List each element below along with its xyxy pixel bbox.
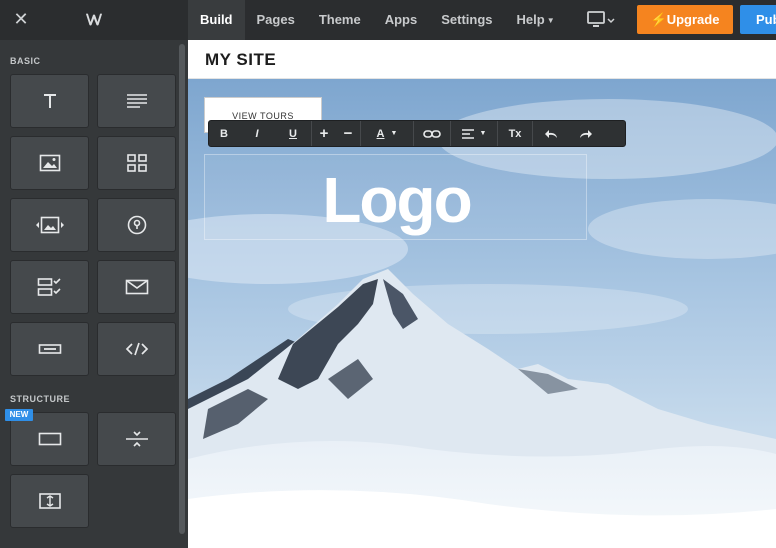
tile-embed-code[interactable]: [97, 322, 176, 376]
embed-code-icon: [125, 342, 148, 356]
link-button[interactable]: [414, 121, 450, 146]
bold-label: B: [220, 127, 228, 140]
nav-pages-label: Pages: [256, 12, 295, 27]
increase-size-label: +: [319, 125, 329, 142]
sidebar-scrollbar[interactable]: [179, 44, 185, 534]
nav-apps-label: Apps: [384, 12, 418, 27]
divider-icon: [125, 431, 148, 447]
tile-spacer[interactable]: [10, 474, 89, 528]
nav-help[interactable]: Help ▼: [505, 0, 567, 40]
top-bar: ✕ Build Pages Theme Apps Settings Help ▼ …: [0, 0, 776, 40]
nav-settings-label: Settings: [441, 12, 493, 27]
site-header: MY SITE: [188, 40, 776, 79]
tile-gallery[interactable]: [97, 136, 176, 190]
nav-theme[interactable]: Theme: [307, 0, 373, 40]
italic-label: I: [255, 127, 259, 140]
font-color-button[interactable]: A ▼: [361, 121, 413, 146]
underline-label: U: [289, 127, 297, 140]
lightning-bolt-icon: ⚡: [650, 12, 667, 27]
chevron-down-icon: ▼: [390, 130, 398, 137]
new-badge: NEW: [5, 409, 33, 421]
slideshow-icon: [35, 216, 64, 234]
font-color-label: A: [376, 127, 385, 140]
chevron-down-icon: ▼: [546, 16, 555, 25]
upgrade-label: Upgrade: [666, 12, 720, 27]
nav-pages[interactable]: Pages: [245, 0, 307, 40]
site-title[interactable]: MY SITE: [205, 50, 276, 70]
clear-format-button[interactable]: Tx: [498, 121, 532, 146]
tile-newsletter[interactable]: [97, 260, 176, 314]
increase-size-button[interactable]: +: [312, 121, 336, 146]
nav-apps[interactable]: Apps: [373, 0, 430, 40]
clear-format-label: Tx: [508, 127, 522, 140]
element-sidebar: BASIC STRUCTURE NEW: [0, 40, 188, 548]
basic-section-label: BASIC: [10, 56, 41, 66]
spacer-icon: [38, 493, 61, 509]
nav-settings[interactable]: Settings: [429, 0, 504, 40]
image-icon: [39, 154, 60, 172]
nav-build-label: Build: [200, 12, 233, 27]
nav-help-label: Help: [516, 12, 545, 27]
close-icon[interactable]: ✕: [13, 10, 29, 28]
tile-divider[interactable]: [97, 412, 176, 466]
nav-build[interactable]: Build: [188, 0, 245, 40]
tile-map[interactable]: [97, 198, 176, 252]
section-icon: [38, 432, 61, 446]
decrease-size-button[interactable]: −: [336, 121, 360, 146]
undo-button[interactable]: [533, 121, 568, 146]
logo-text[interactable]: Logo: [205, 163, 588, 237]
upgrade-button[interactable]: ⚡Upgrade: [637, 5, 733, 34]
paragraph-text-icon: [126, 94, 147, 108]
button-icon: [38, 344, 61, 354]
contact-form-icon: [37, 278, 61, 296]
map-pin-icon: [127, 215, 146, 235]
nav-theme-label: Theme: [318, 12, 361, 27]
italic-button[interactable]: I: [239, 121, 275, 146]
tile-slideshow[interactable]: [10, 198, 89, 252]
tile-button[interactable]: [10, 322, 89, 376]
hero-background-image: [188, 79, 776, 548]
decrease-size-label: −: [343, 125, 353, 142]
desktop-monitor-icon[interactable]: [586, 10, 616, 30]
redo-button[interactable]: [568, 121, 603, 146]
bold-button[interactable]: B: [209, 121, 239, 146]
align-button[interactable]: ▼: [451, 121, 497, 146]
text-format-toolbar: B I U + − A ▼ ▼ Tx: [208, 120, 626, 147]
tile-image[interactable]: [10, 136, 89, 190]
align-left-icon: [461, 128, 474, 139]
weebly-w-icon[interactable]: [84, 9, 104, 29]
link-icon: [423, 129, 441, 138]
undo-icon: [544, 129, 557, 138]
publish-button[interactable]: Pub: [740, 5, 776, 34]
editor-canvas: MY SITE VIEW TOURS Logo B I U + − A ▼ ▼ …: [188, 40, 776, 548]
logo-text-block[interactable]: Logo: [204, 154, 587, 240]
redo-icon: [579, 129, 592, 138]
publish-label: Pub: [756, 12, 776, 27]
tile-text[interactable]: [97, 74, 176, 128]
tile-title[interactable]: [10, 74, 89, 128]
newsletter-mail-icon: [125, 279, 148, 295]
chevron-down-icon: ▼: [479, 130, 487, 137]
main-nav: Build Pages Theme Apps Settings Help ▼: [188, 0, 567, 40]
gallery-grid-icon: [126, 154, 147, 172]
structure-section-label: STRUCTURE: [10, 394, 70, 404]
underline-button[interactable]: U: [275, 121, 311, 146]
title-text-icon: [43, 94, 56, 108]
tile-contact-form[interactable]: [10, 260, 89, 314]
